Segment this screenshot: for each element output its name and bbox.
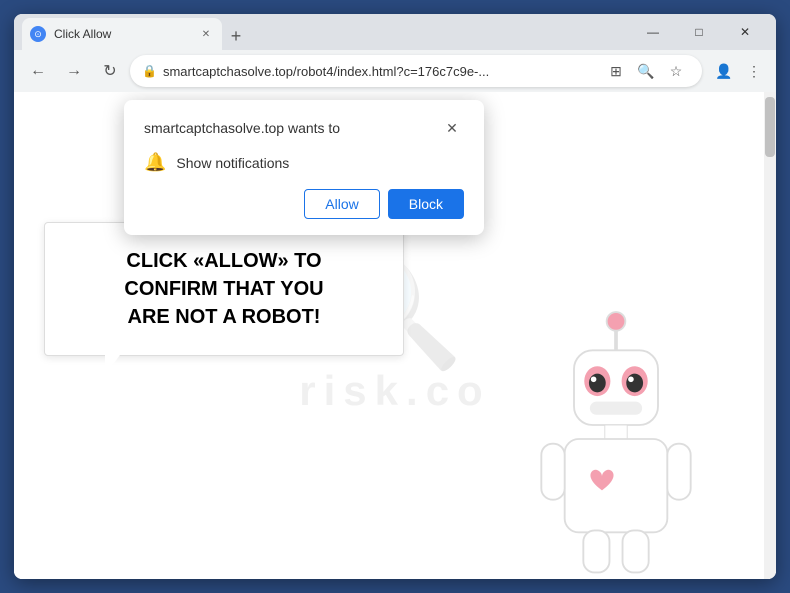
speech-bubble: CLICK «ALLOW» TO CONFIRM THAT YOU ARE NO… bbox=[44, 222, 404, 356]
tab-area: ⊙ Click Allow ✕ + bbox=[22, 14, 630, 50]
address-bar[interactable]: 🔒 smartcaptchasolve.top/robot4/index.htm… bbox=[130, 55, 702, 87]
new-tab-button[interactable]: + bbox=[222, 22, 250, 50]
popup-notification-row: 🔔 Show notifications bbox=[144, 152, 464, 173]
maximize-button[interactable]: □ bbox=[676, 14, 722, 50]
block-button[interactable]: Block bbox=[388, 189, 464, 219]
menu-icon[interactable]: ⋮ bbox=[740, 57, 768, 85]
popup-site-text: smartcaptchasolve.top wants to bbox=[144, 120, 340, 136]
forward-button[interactable]: → bbox=[58, 55, 90, 87]
window-controls: — □ ✕ bbox=[630, 14, 768, 50]
popup-actions: Allow Block bbox=[144, 189, 464, 219]
address-bar-row: ← → ↻ 🔒 smartcaptchasolve.top/robot4/ind… bbox=[14, 50, 776, 92]
url-text: smartcaptchasolve.top/robot4/index.html?… bbox=[163, 64, 596, 79]
tab-close-button[interactable]: ✕ bbox=[198, 26, 214, 42]
bell-icon: 🔔 bbox=[144, 152, 166, 173]
scrollbar[interactable] bbox=[764, 92, 776, 579]
page-body: 🔍 risk.co CLICK «ALLOW» TO CONFIRM THAT … bbox=[14, 92, 776, 579]
browser-window: ⊙ Click Allow ✕ + — □ ✕ ← → ↻ 🔒 smartcap… bbox=[14, 14, 776, 579]
allow-button[interactable]: Allow bbox=[304, 189, 379, 219]
reload-button[interactable]: ↻ bbox=[94, 55, 126, 87]
browser-actions: 👤 ⋮ bbox=[710, 57, 768, 85]
active-tab[interactable]: ⊙ Click Allow ✕ bbox=[22, 18, 222, 50]
search-icon[interactable]: 🔍 bbox=[632, 57, 660, 85]
profile-icon[interactable]: 👤 bbox=[710, 57, 738, 85]
tab-favicon: ⊙ bbox=[30, 26, 46, 42]
watermark-text: risk.co bbox=[299, 367, 490, 415]
scrollbar-thumb[interactable] bbox=[765, 97, 775, 157]
notification-popup: smartcaptchasolve.top wants to ✕ 🔔 Show … bbox=[124, 100, 484, 235]
robot-svg bbox=[516, 299, 716, 579]
address-actions: ⊞ 🔍 ☆ bbox=[602, 57, 690, 85]
lock-icon: 🔒 bbox=[142, 64, 157, 78]
minimize-button[interactable]: — bbox=[630, 14, 676, 50]
tab-title: Click Allow bbox=[54, 27, 190, 41]
back-button[interactable]: ← bbox=[22, 55, 54, 87]
main-text: CLICK «ALLOW» TO CONFIRM THAT YOU ARE NO… bbox=[77, 247, 371, 331]
close-button[interactable]: ✕ bbox=[722, 14, 768, 50]
bookmark-icon[interactable]: ☆ bbox=[662, 57, 690, 85]
title-bar: ⊙ Click Allow ✕ + — □ ✕ bbox=[14, 14, 776, 50]
page-content: 🔍 risk.co CLICK «ALLOW» TO CONFIRM THAT … bbox=[14, 92, 776, 579]
popup-close-button[interactable]: ✕ bbox=[440, 116, 464, 140]
notification-label: Show notifications bbox=[176, 155, 289, 171]
popup-header: smartcaptchasolve.top wants to ✕ bbox=[144, 116, 464, 140]
translate-icon[interactable]: ⊞ bbox=[602, 57, 630, 85]
robot-illustration bbox=[516, 299, 716, 579]
